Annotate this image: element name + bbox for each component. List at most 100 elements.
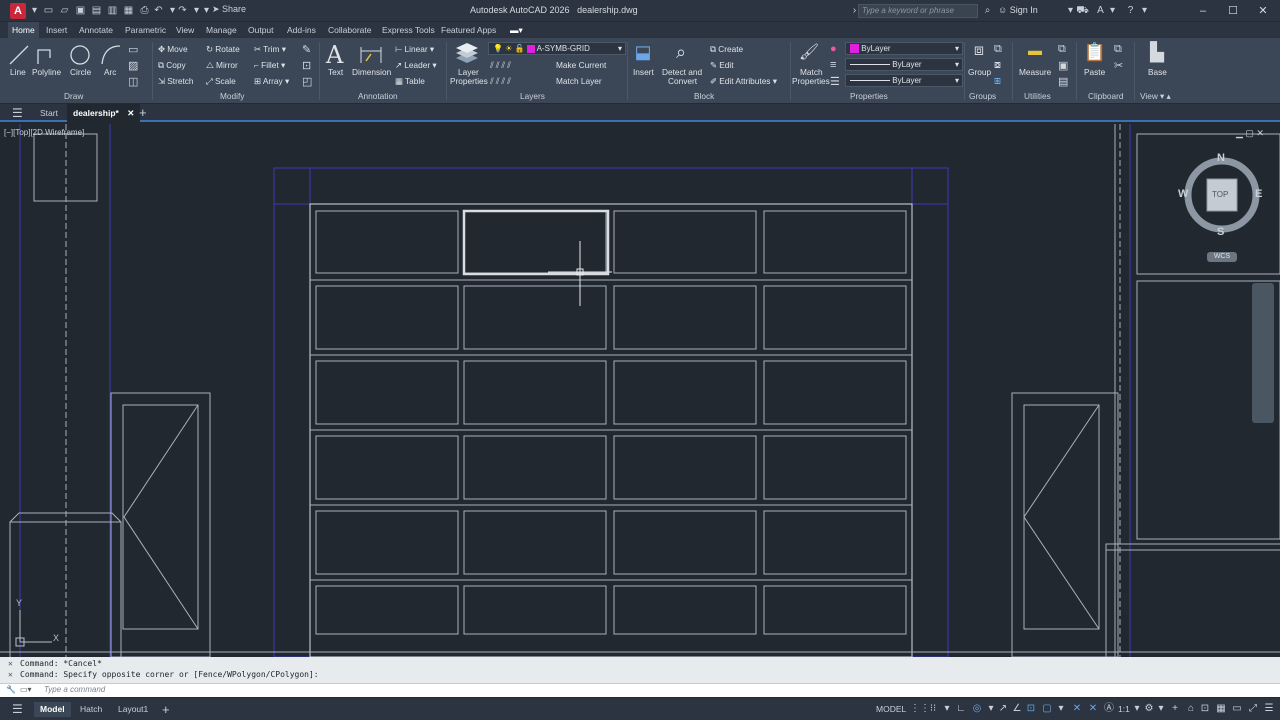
rotate-button[interactable]: ↻ Rotate xyxy=(206,44,240,54)
annotation-icon[interactable]: Ⓐ xyxy=(1102,702,1116,716)
tab-home[interactable]: Home xyxy=(8,22,39,38)
units-icon[interactable]: ⌂ xyxy=(1184,702,1198,716)
paste-icon[interactable]: 📋 xyxy=(1082,42,1108,68)
new-tab-plus-icon[interactable]: + xyxy=(139,104,147,122)
mirror-button[interactable]: ⧍ Mirror xyxy=(206,60,238,71)
viewcube-north[interactable]: N xyxy=(1217,152,1225,164)
clipboard-panel-title[interactable]: Clipboard xyxy=(1088,91,1124,101)
table-button[interactable]: ▦ Table xyxy=(395,76,425,86)
arc-button[interactable]: Arc xyxy=(104,67,116,77)
draw-panel-title[interactable]: Draw xyxy=(64,91,83,101)
text-icon[interactable]: A xyxy=(326,41,343,69)
leader-button[interactable]: ↗ Leader ▾ xyxy=(395,60,437,70)
circle-button[interactable]: Circle xyxy=(70,67,91,77)
drawing-canvas[interactable] xyxy=(0,124,1280,657)
tab-express-tools[interactable]: Express Tools xyxy=(382,22,435,38)
annotation-visibility-icon[interactable]: ✕ xyxy=(1070,702,1084,716)
layer-properties-icon[interactable] xyxy=(454,42,480,66)
command-settings-icon[interactable]: ✕ xyxy=(8,670,13,679)
fillet-button[interactable]: ⌐ Fillet ▾ xyxy=(254,60,285,70)
tab-add-ins[interactable]: Add-ins xyxy=(287,22,316,38)
groups-panel-title[interactable]: Groups xyxy=(969,91,996,101)
color-dropdown[interactable]: ByLayer ▾ xyxy=(845,42,963,55)
viewport-controls-label[interactable]: [−][Top][2D Wireframe] xyxy=(4,128,84,137)
view-panel-title[interactable]: View xyxy=(1140,91,1158,101)
share-button[interactable]: ➤ Share xyxy=(212,4,246,15)
layer-label-2[interactable]: Properties xyxy=(450,76,488,86)
ungroup-icon[interactable]: ⧉ xyxy=(994,43,1002,56)
add-layout-plus-icon[interactable]: + xyxy=(162,702,170,717)
lineweight-toggle-icon[interactable]: ▢ xyxy=(1040,702,1054,716)
search-icon[interactable]: ⌕ xyxy=(981,4,994,17)
viewcube-west[interactable]: W xyxy=(1178,188,1188,200)
base-view-icon[interactable]: ▙ xyxy=(1144,42,1170,68)
text-button[interactable]: Text xyxy=(328,67,343,77)
graphics-performance-icon[interactable]: ▦ xyxy=(1214,702,1228,716)
cut-icon[interactable]: ✂ xyxy=(1114,59,1123,72)
group-button[interactable]: Group xyxy=(968,67,991,77)
navigation-bar[interactable] xyxy=(1252,283,1274,423)
erase-icon[interactable]: ✎ xyxy=(302,43,311,56)
match-label-2[interactable]: Properties xyxy=(792,76,830,86)
auto-scale-icon[interactable]: ✕ xyxy=(1086,702,1100,716)
save-as-icon[interactable]: ▤ xyxy=(90,4,103,17)
viewport-window-controls[interactable]: ▁ ▢ ✕ xyxy=(1236,128,1264,139)
maximize-button[interactable]: ☐ xyxy=(1218,3,1248,19)
paste-button[interactable]: Paste xyxy=(1084,67,1105,77)
properties-panel-title[interactable]: Properties xyxy=(850,91,888,101)
calculator-icon[interactable]: ▤ xyxy=(1058,75,1068,88)
app-menu-button[interactable]: A xyxy=(10,3,26,19)
viewcube-top-face[interactable]: TOP xyxy=(1212,190,1228,199)
object-snap-icon[interactable]: ⊡ xyxy=(1024,702,1038,716)
layers-panel-title[interactable]: Layers xyxy=(520,91,545,101)
quick-properties-icon[interactable]: ⊡ xyxy=(1198,702,1212,716)
save-icon[interactable]: ▣ xyxy=(74,4,87,17)
dimension-icon[interactable] xyxy=(358,43,384,65)
hamburger-menu-icon[interactable]: ☰ xyxy=(12,104,23,122)
snap-icon[interactable]: ⁝⁝ xyxy=(926,702,940,716)
polar-tracking-icon[interactable]: ◎ xyxy=(970,702,984,716)
match-properties-icon[interactable]: 🖌 xyxy=(796,42,822,68)
quick-select-icon[interactable]: ⧉ xyxy=(1058,43,1066,56)
learning-dropdown-icon[interactable]: ▾ xyxy=(1106,4,1119,17)
trim-button[interactable]: ✂ Trim ▾ xyxy=(254,44,286,54)
insert-button[interactable]: Insert xyxy=(633,67,654,77)
create-block-button[interactable]: ⧉ Create xyxy=(710,44,743,55)
sign-in-button[interactable]: ☺ Sign In xyxy=(998,5,1038,15)
viewcube[interactable]: N S E W TOP WCS xyxy=(1175,150,1265,262)
layouts-menu-icon[interactable]: ☰ xyxy=(12,702,23,717)
modify-panel-title[interactable]: Modify xyxy=(220,91,244,101)
close-tab-icon[interactable]: ✕ xyxy=(127,108,134,118)
draw-extra-icon[interactable]: ◫ xyxy=(128,75,138,88)
help-icon[interactable]: ? xyxy=(1124,4,1137,17)
base-button[interactable]: Base xyxy=(1148,67,1167,77)
help-search-input[interactable]: Type a keyword or phrase xyxy=(858,4,978,18)
rectangle-icon[interactable]: ▭ xyxy=(128,43,138,56)
linear-button[interactable]: ⊢ Linear ▾ xyxy=(395,44,434,54)
annotation-panel-title[interactable]: Annotation xyxy=(358,91,398,101)
insert-block-icon[interactable]: ⬓ xyxy=(630,42,656,68)
customization-menu-icon[interactable]: ☰ xyxy=(1262,702,1276,716)
open-web-icon[interactable]: ▥ xyxy=(106,4,119,17)
annotation-monitor-icon[interactable]: + xyxy=(1168,702,1182,716)
workspace-dropdown-icon[interactable]: ▾ xyxy=(1154,702,1168,716)
isodraft-icon[interactable]: ↗ xyxy=(996,702,1010,716)
utilities-panel-title[interactable]: Utilities xyxy=(1024,91,1051,101)
viewcube-south[interactable]: S xyxy=(1217,226,1224,238)
cart-icon[interactable]: ⛟ xyxy=(1076,4,1089,17)
tab-featured-apps[interactable]: Featured Apps xyxy=(441,22,496,38)
measure-button[interactable]: Measure xyxy=(1019,67,1051,77)
group-edit-icon[interactable]: ⧇ xyxy=(994,59,1001,72)
copy-clip-icon[interactable]: ⧉ xyxy=(1114,43,1122,56)
tab-annotate[interactable]: Annotate xyxy=(79,22,113,38)
edit-attributes-button[interactable]: ✐ Edit Attributes ▾ xyxy=(710,76,777,86)
copy-button[interactable]: ⧉ Copy xyxy=(158,60,186,71)
array-button[interactable]: ⊞ Array ▾ xyxy=(254,76,289,86)
tab-parametric[interactable]: Parametric xyxy=(125,22,166,38)
open-folder-icon[interactable]: ▱ xyxy=(58,4,71,17)
match-layer-button[interactable]: Match Layer xyxy=(556,76,602,86)
polyline-button[interactable]: Polyline xyxy=(32,67,61,77)
close-command-icon[interactable]: ✕ xyxy=(8,659,13,668)
model-space-button[interactable]: MODEL xyxy=(876,702,906,717)
make-current-button[interactable]: Make Current xyxy=(556,60,606,70)
